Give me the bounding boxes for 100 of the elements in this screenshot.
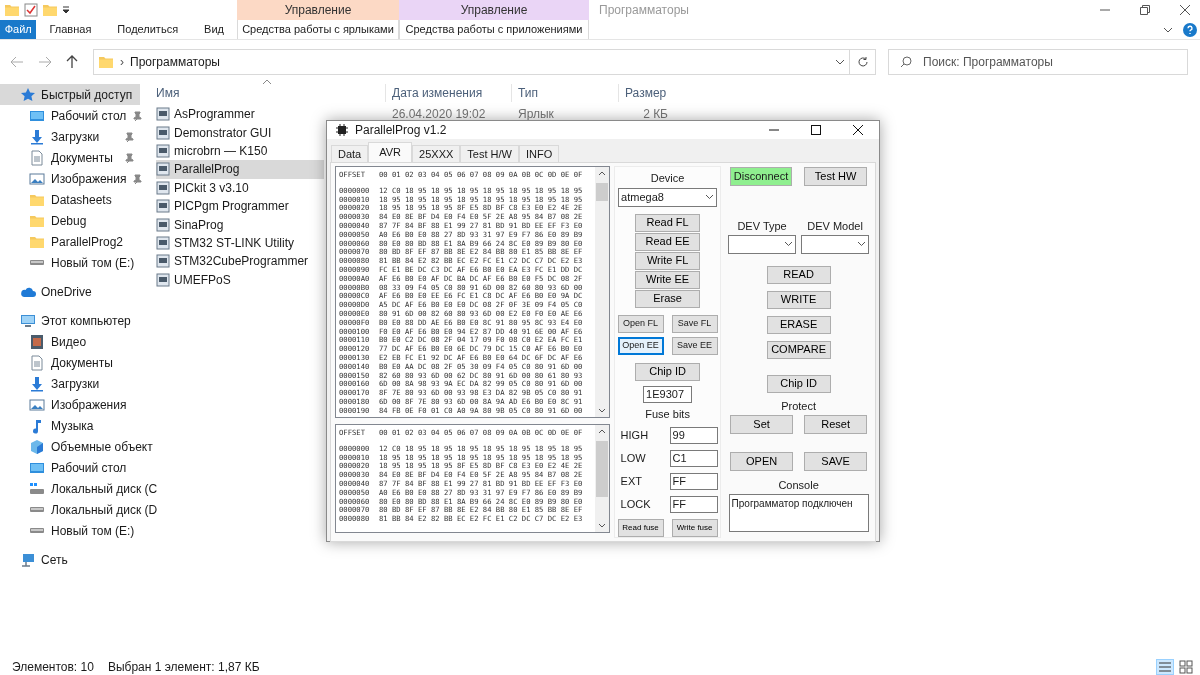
sidebar-item[interactable]: Загрузки (0, 126, 140, 147)
sidebar-item[interactable]: Сеть (0, 549, 140, 570)
button[interactable]: Write FL (635, 251, 701, 270)
checklist-icon[interactable] (24, 3, 38, 17)
ribbon-tab[interactable]: Файл (0, 20, 37, 39)
tab[interactable]: AVR (368, 142, 413, 162)
button[interactable]: Read fuse (617, 519, 664, 537)
tab[interactable]: 25XXX (412, 145, 461, 162)
button[interactable]: Read FL (635, 213, 701, 232)
sidebar-item[interactable]: OneDrive (0, 281, 140, 302)
sidebar-item[interactable]: Документы (0, 147, 140, 168)
ribbon-tab[interactable]: Вид (191, 20, 237, 39)
disconnect-button[interactable]: Disconnect (730, 167, 793, 186)
sidebar-item[interactable]: Видео (0, 331, 140, 352)
pin-icon[interactable] (124, 152, 134, 163)
sidebar-item[interactable]: Новый том (E:) (0, 252, 141, 273)
button[interactable]: Erase (635, 289, 701, 308)
button[interactable]: Save EE (671, 336, 718, 355)
up-arrow-icon[interactable] (66, 55, 78, 69)
input-field[interactable]: 1E9307 (643, 385, 693, 403)
button[interactable]: Reset (804, 415, 868, 434)
button[interactable]: Save FL (671, 314, 718, 333)
file-row[interactable]: ParallelProg (156, 160, 324, 179)
scroll-up-icon[interactable] (598, 171, 606, 176)
column-header[interactable]: Имя (156, 84, 385, 102)
ribbon-tab[interactable]: Главная (36, 20, 105, 39)
scroll-thumb[interactable] (596, 441, 608, 497)
sidebar-item[interactable]: Рабочий стол (0, 457, 140, 478)
file-row[interactable]: AsProgrammer 26.04.2020 19:02 Ярлык 2 КБ (156, 105, 756, 124)
dropdown[interactable] (728, 234, 797, 254)
button[interactable]: Open FL (617, 314, 664, 333)
tiles-view-icon[interactable] (1178, 658, 1194, 675)
scroll-thumb[interactable] (596, 183, 608, 201)
dropdown-icon[interactable] (62, 6, 70, 14)
button[interactable]: READ (766, 265, 831, 284)
dropdown[interactable] (801, 234, 870, 254)
hex-view[interactable] (335, 424, 610, 533)
scroll-up-icon[interactable] (598, 429, 606, 434)
tab[interactable]: INFO (518, 145, 560, 162)
button[interactable]: Write EE (635, 270, 701, 289)
file-row[interactable]: SinaProg (156, 215, 324, 234)
file-row[interactable]: microbrn — K150 (156, 141, 324, 161)
details-view-icon[interactable] (1156, 658, 1174, 675)
ribbon-tab[interactable]: Поделиться (104, 20, 192, 39)
sidebar-item[interactable]: Локальный диск (D (0, 499, 164, 520)
sidebar-item[interactable]: ParallelProg2 (0, 231, 140, 252)
refresh-icon[interactable] (856, 56, 869, 68)
sidebar-item[interactable]: Новый том (E:) (0, 520, 141, 541)
button[interactable]: WRITE (766, 290, 831, 309)
sidebar-item[interactable]: Музыка (0, 415, 140, 436)
input-field[interactable]: FF (669, 473, 718, 490)
scroll-down-icon[interactable] (598, 523, 606, 528)
scrollbar[interactable] (595, 425, 609, 532)
file-row[interactable]: Demonstrator GUI (156, 123, 324, 142)
scrollbar[interactable] (595, 167, 609, 417)
button[interactable]: Write fuse (671, 519, 718, 537)
column-header[interactable]: Размер (618, 84, 668, 102)
pin-icon[interactable] (132, 110, 143, 121)
button[interactable]: ERASE (766, 315, 831, 334)
chevron-down-icon[interactable] (835, 58, 845, 66)
button[interactable]: Test HW (804, 167, 868, 186)
sidebar-item[interactable]: Debug (0, 210, 140, 231)
button[interactable]: Read EE (635, 232, 701, 251)
button[interactable]: SAVE (804, 452, 868, 471)
sidebar-item[interactable]: Документы (0, 352, 140, 373)
input-field[interactable]: 99 (669, 427, 718, 444)
button[interactable]: Open EE (617, 336, 664, 355)
address-path[interactable]: Программаторы (130, 53, 220, 71)
file-row[interactable]: PICPgm Programmer (156, 196, 324, 216)
close-icon[interactable] (853, 125, 863, 135)
sidebar-item[interactable]: Рабочий стол (0, 105, 149, 126)
sidebar-item[interactable]: Этот компьютер (0, 310, 140, 331)
maximize-icon[interactable] (811, 125, 821, 135)
sidebar-item[interactable]: Datasheets (0, 189, 140, 210)
sidebar-item[interactable]: Загрузки (0, 373, 140, 394)
chevron-down-icon[interactable] (1163, 25, 1173, 34)
input-field[interactable]: C1 (669, 450, 718, 467)
column-header[interactable]: Тип (511, 84, 618, 102)
refresh-button[interactable] (850, 49, 876, 75)
button[interactable]: Chip ID (766, 374, 831, 393)
dropdown[interactable]: atmega8 (618, 187, 718, 207)
file-row[interactable]: STM32CubeProgrammer (156, 252, 324, 271)
search-field[interactable]: Поиск: Программаторы (888, 49, 1188, 75)
close-icon[interactable] (1180, 5, 1190, 15)
button[interactable]: Set (730, 415, 794, 434)
scroll-down-icon[interactable] (598, 408, 606, 413)
sidebar-item[interactable]: Изображения (0, 394, 140, 415)
pin-icon[interactable] (132, 173, 143, 184)
sidebar-item[interactable]: Быстрый доступ (0, 84, 140, 105)
button[interactable]: Chip ID (635, 362, 701, 381)
pin-icon[interactable] (124, 131, 134, 142)
forward-arrow-icon[interactable] (38, 56, 52, 68)
address-bar[interactable]: › Программаторы (93, 49, 850, 75)
sidebar-item[interactable]: Локальный диск (C (0, 478, 164, 499)
hex-view[interactable] (335, 166, 610, 418)
sidebar-item[interactable]: Изображения (0, 168, 149, 189)
tab[interactable]: Test H/W (460, 145, 519, 162)
button[interactable]: COMPARE (766, 340, 831, 359)
file-row[interactable]: UMEFPoS (156, 270, 324, 289)
button[interactable]: OPEN (730, 452, 794, 471)
